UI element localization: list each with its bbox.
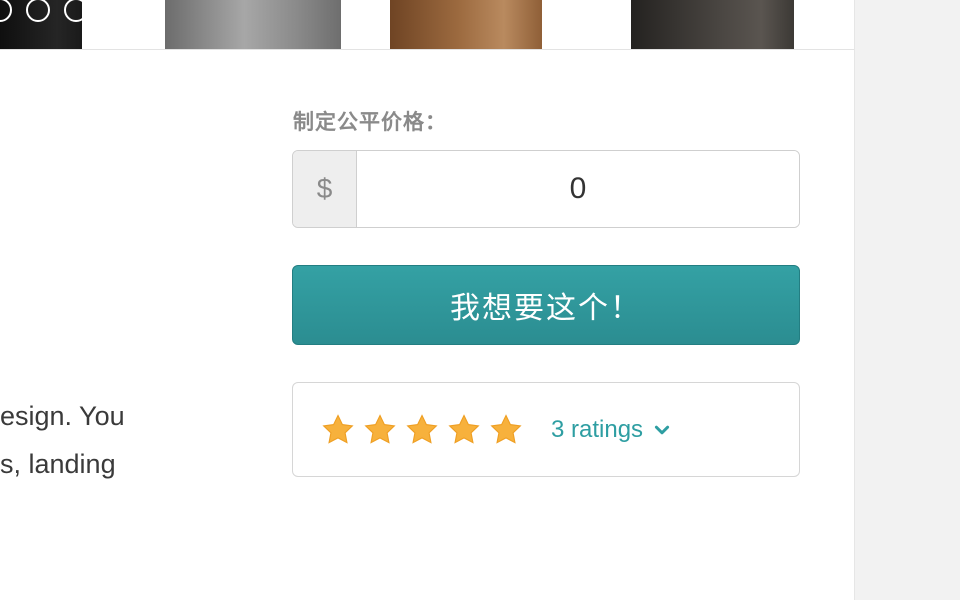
star-icon	[490, 413, 522, 444]
i-want-this-button[interactable]: 我想要这个！	[292, 265, 800, 345]
star-icon	[448, 413, 480, 444]
gallery-dot[interactable]	[0, 0, 12, 22]
page-gutter	[856, 0, 960, 600]
product-description: esign. You s, landing	[0, 392, 200, 488]
product-page: esign. You s, landing 制定公平价格： $ 我想要这个！ 3…	[0, 0, 855, 600]
star-icon	[406, 413, 438, 444]
product-thumb-dark[interactable]	[631, 0, 794, 49]
star-icon	[364, 413, 396, 444]
gallery-indicators	[0, 0, 88, 22]
gallery-dot[interactable]	[64, 0, 88, 22]
product-thumb-brown[interactable]	[390, 0, 542, 49]
ratings-box: 3 ratings	[292, 382, 800, 477]
gallery-dot[interactable]	[26, 0, 50, 22]
star-icon	[322, 413, 354, 444]
description-line: s, landing	[0, 449, 116, 479]
price-label: 制定公平价格：	[293, 110, 447, 134]
rating-stars	[321, 413, 523, 447]
description-line: esign. You	[0, 401, 125, 431]
ratings-count-text: 3 ratings	[551, 415, 644, 443]
product-thumb-grey[interactable]	[165, 0, 341, 49]
price-input[interactable]	[357, 151, 799, 227]
chevron-down-icon	[654, 425, 670, 434]
currency-addon: $	[293, 151, 357, 227]
product-gallery-strip	[0, 0, 854, 50]
price-input-group: $	[292, 150, 800, 228]
ratings-toggle[interactable]: 3 ratings	[551, 416, 671, 444]
